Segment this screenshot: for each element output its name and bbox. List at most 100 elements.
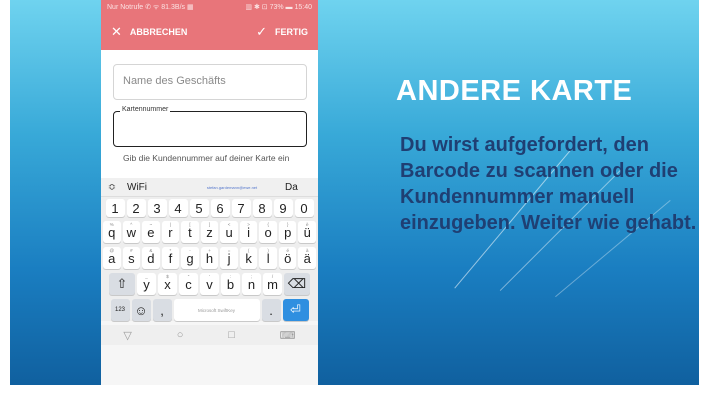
key-7[interactable]: 7	[231, 199, 251, 217]
slide-title: ANDERE KARTE	[396, 75, 633, 107]
key-secondary-symbol: '	[209, 274, 210, 279]
key-3[interactable]: 3	[147, 199, 167, 217]
key-q[interactable]: % q	[103, 221, 121, 243]
recents-icon[interactable]: □	[228, 329, 235, 341]
key-secondary-symbol: >	[247, 222, 250, 227]
key-w[interactable]: ^ w	[122, 221, 141, 243]
space-key[interactable]: Microsoft SwiftKey	[173, 299, 260, 321]
shift-key[interactable]: ⇧	[109, 273, 135, 295]
symbols-key[interactable]: 123	[110, 299, 130, 321]
key-d[interactable]: & d	[142, 247, 160, 269]
key-x[interactable]: $ x	[158, 273, 177, 295]
number-row: 1234567890	[103, 199, 316, 217]
key-secondary-symbol: è	[305, 222, 309, 227]
key-9[interactable]: 9	[273, 199, 293, 217]
done-button[interactable]: ✓ FERTIG	[256, 24, 308, 40]
letter-row-1: % q ^ w ~ e | r[t] z < u > i{o} p è ü	[103, 221, 317, 243]
bottom-row: 123 ☺ , Microsoft SwiftKey . ⏎	[103, 299, 316, 321]
keyboard-icon[interactable]: ⌨	[280, 329, 296, 342]
key-h[interactable]: + h	[200, 247, 219, 269]
slide: ANDERE KARTE Du wirst aufgefordert, den …	[10, 0, 699, 385]
card-number-label: Kartennummer	[120, 106, 171, 113]
key-j[interactable]: = j	[220, 247, 238, 269]
key-secondary-symbol: )	[267, 248, 269, 253]
key-l[interactable]: ) l	[259, 247, 277, 269]
card-number-input[interactable]: Kartennummer	[113, 106, 307, 147]
key-secondary-symbol: |	[169, 222, 171, 227]
suggestion-item[interactable]: Da	[277, 182, 318, 193]
key-secondary-symbol: -	[189, 248, 191, 253]
key-s[interactable]: # s	[122, 247, 141, 269]
key-g[interactable]: -g	[181, 247, 199, 269]
key-secondary-symbol: $	[166, 274, 169, 279]
slide-body: Du wirst aufgefordert, den Barcode zu sc…	[400, 134, 697, 234]
enter-key[interactable]: ⏎	[282, 299, 309, 321]
key-m[interactable]: / m	[263, 273, 282, 295]
key-p[interactable]: } p	[278, 221, 297, 243]
key-b[interactable]: :b	[221, 273, 240, 295]
key-secondary-symbol: &	[149, 248, 153, 253]
key-ü[interactable]: èü	[298, 221, 317, 243]
key-6[interactable]: 6	[210, 199, 230, 217]
key-y[interactable]: _ y	[137, 273, 156, 295]
key-0[interactable]: 0	[294, 199, 314, 217]
key-k[interactable]: (k	[239, 247, 258, 269]
key-secondary-symbol: "	[187, 274, 190, 279]
close-icon: ✕	[111, 24, 122, 39]
key-secondary-symbol: [	[189, 222, 191, 227]
key-secondary-symbol: (	[247, 248, 250, 253]
status-bar: Nur Notrufe ✆ ᯤ 81.3B/s ▦ ▥ ✱ ⊡ 73% ▬ 15…	[101, 0, 318, 14]
action-bar: ✕ ABBRECHEN ✓ FERTIG	[101, 14, 318, 50]
key-a[interactable]: @ a	[103, 247, 121, 269]
back-icon[interactable]: ▽	[123, 329, 131, 342]
key-e[interactable]: ~ e	[142, 221, 160, 243]
store-name-input[interactable]: Name des Geschäfts	[113, 64, 307, 100]
key-2[interactable]: 2	[126, 199, 146, 217]
key-1[interactable]: 1	[105, 199, 125, 217]
cancel-label: ABBRECHEN	[129, 27, 188, 37]
suggestion-bar: ≎ WiFi stefan.gardemann@ewe.net Da	[101, 178, 318, 197]
key-secondary-symbol: à	[305, 248, 309, 253]
key-secondary-symbol: ]	[208, 222, 211, 227]
comma-key[interactable]: ,	[152, 299, 172, 321]
key-c[interactable]: " c	[179, 273, 198, 295]
key-secondary-symbol: }	[286, 222, 289, 227]
key-secondary-symbol: /	[271, 274, 274, 279]
key-secondary-symbol: {	[267, 222, 269, 227]
backspace-key[interactable]: ⌫	[284, 273, 310, 295]
key-4[interactable]: 4	[168, 199, 188, 217]
key-i[interactable]: > i	[239, 221, 258, 243]
key-z[interactable]: ] z	[200, 221, 219, 243]
key-ä[interactable]: àä	[298, 247, 317, 269]
period-key[interactable]: .	[261, 299, 281, 321]
key-secondary-symbol: é	[286, 248, 289, 253]
key-ö[interactable]: éö	[278, 247, 297, 269]
key-secondary-symbol: #	[130, 248, 133, 253]
key-t[interactable]: [t	[181, 221, 199, 243]
helper-text: Gib die Kundennummer auf deiner Karte ei…	[123, 153, 290, 163]
phone-screenshot: Nur Notrufe ✆ ᯤ 81.3B/s ▦ ▥ ✱ ⊡ 73% ▬ 15…	[101, 0, 318, 385]
key-u[interactable]: < u	[220, 221, 238, 243]
emoji-key[interactable]: ☺	[131, 299, 151, 321]
key-secondary-symbol: @	[109, 248, 115, 253]
cancel-button[interactable]: ✕ ABBRECHEN	[111, 24, 187, 40]
key-r[interactable]: | r	[161, 221, 180, 243]
home-icon[interactable]: ○	[177, 329, 184, 341]
key-secondary-symbol: :	[229, 274, 232, 279]
key-secondary-symbol: +	[208, 248, 211, 253]
key-n[interactable]: ; n	[242, 273, 261, 295]
suggestion-item[interactable]: stefan.gardemann@ewe.net	[187, 185, 277, 190]
key-secondary-symbol: ;	[250, 274, 253, 279]
key-secondary-symbol: ~	[149, 222, 153, 227]
key-5[interactable]: 5	[189, 199, 209, 217]
key-secondary-symbol: <	[227, 222, 231, 227]
suggestion-item[interactable]: WiFi	[123, 182, 187, 193]
key-f[interactable]: * f	[161, 247, 180, 269]
key-8[interactable]: 8	[252, 199, 272, 217]
key-secondary-symbol: %	[109, 222, 114, 227]
key-o[interactable]: {o	[259, 221, 277, 243]
key-v[interactable]: ' v	[200, 273, 219, 295]
expand-icon[interactable]: ≎	[101, 182, 123, 193]
keyboard: 1234567890 % q ^ w ~ e | r[t] z < u > i{o} p è ü @ a # s & d…	[101, 197, 318, 321]
done-label: FERTIG	[275, 27, 308, 37]
